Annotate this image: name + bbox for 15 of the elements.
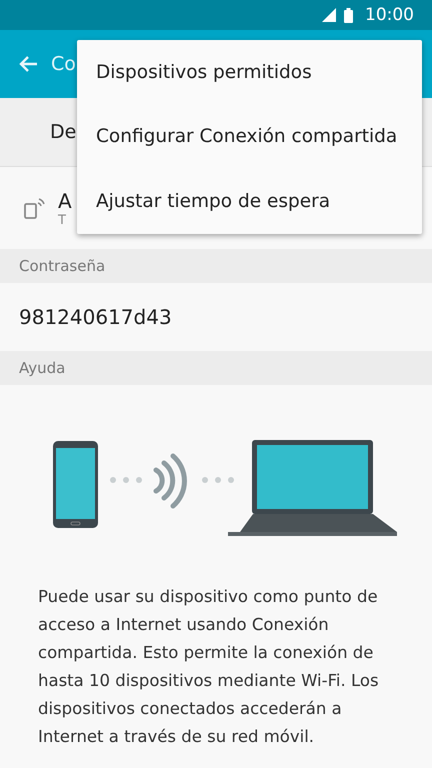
section-header: Ayuda: [19, 359, 66, 377]
app-bar-title: Co: [51, 53, 76, 75]
status-time: 10:00: [365, 5, 414, 25]
password-value: 981240617d43: [19, 305, 172, 329]
help-paragraph: Puede usar su dispositivo como punto de acceso a Internet usando Conexión compartida. Esto permite la conexión de hasta 10 dispositivos mediante Wi-Fi. Los dispositivos conectados accederán a Internet a través de su red móvil.: [38, 586, 380, 748]
tab[interactable]: De: [50, 121, 76, 143]
section-header: Contraseña: [19, 257, 106, 275]
menu-item[interactable]: Dispositivos permitidos: [77, 40, 422, 104]
signal-icon: [322, 8, 336, 22]
menu-item[interactable]: Ajustar tiempo de espera: [77, 169, 422, 234]
hotspot-name: A: [58, 188, 72, 212]
hotspot-subtitle: T: [58, 212, 67, 228]
battery-icon: [344, 8, 353, 22]
menu-item[interactable]: Configurar Conexión compartida: [77, 104, 422, 169]
phone-signal-icon: [22, 196, 46, 220]
